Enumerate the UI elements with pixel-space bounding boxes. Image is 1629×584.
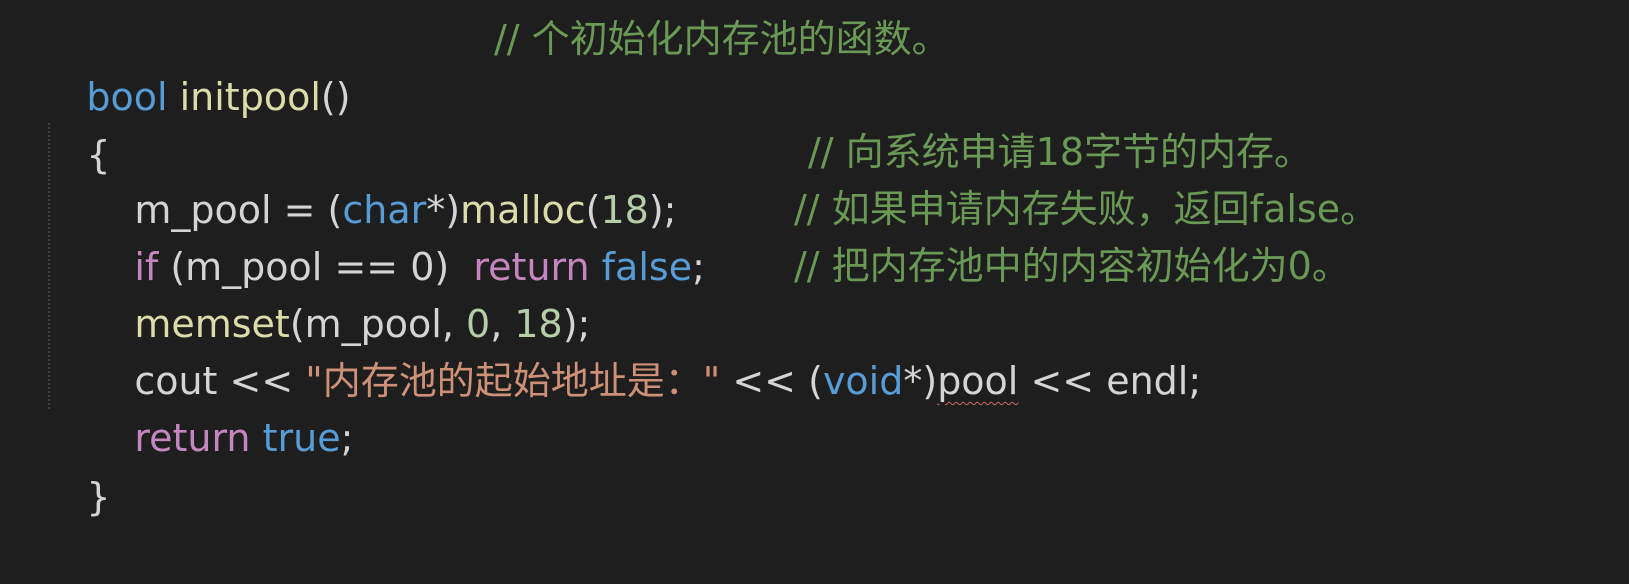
- string-literal: "内存池的起始地址是：": [305, 359, 721, 403]
- code-line-4[interactable]: if (m_pool == 0) return false;: [86, 180, 705, 289]
- pointer-cast: *): [903, 359, 938, 403]
- close-brace: }: [86, 475, 111, 519]
- code-line-7[interactable]: return true;: [86, 351, 353, 460]
- endl-tail: << endl;: [1018, 359, 1202, 403]
- comment-line-4: // 如果申请内存失败，返回false。: [794, 187, 1379, 231]
- comment-line-1: // 个初始化内存池的函数。: [494, 17, 950, 61]
- code-line-8[interactable]: }: [38, 410, 110, 519]
- comment-line-3: // 向系统申请18字节的内存。: [808, 130, 1313, 174]
- type-void: void: [822, 359, 904, 403]
- code-line-5[interactable]: memset(m_pool, 0, 18);: [86, 237, 590, 346]
- keyword-true: true: [262, 416, 341, 460]
- code-line-2[interactable]: {: [38, 68, 110, 177]
- code-line-3[interactable]: m_pool = (char*)malloc(18);: [86, 123, 676, 232]
- code-editor[interactable]: bool initpool() // 个初始化内存池的函数。 { m_pool …: [0, 0, 1629, 519]
- comment-line-5: // 把内存池中的内容初始化为0。: [794, 244, 1350, 288]
- keyword-false: false: [601, 245, 693, 289]
- code-line-6[interactable]: cout << "内存池的起始地址是：" << (void*)pool << e…: [86, 294, 1201, 403]
- code-line-1[interactable]: bool initpool(): [38, 10, 350, 119]
- keyword-return: return: [134, 416, 251, 460]
- error-squiggle-pool[interactable]: pool: [937, 359, 1018, 403]
- stream-operator: << (: [720, 359, 823, 403]
- semicolon: ;: [692, 245, 705, 289]
- function-name: initpool: [179, 75, 321, 119]
- semicolon: ;: [340, 416, 354, 460]
- parens: (): [320, 75, 351, 119]
